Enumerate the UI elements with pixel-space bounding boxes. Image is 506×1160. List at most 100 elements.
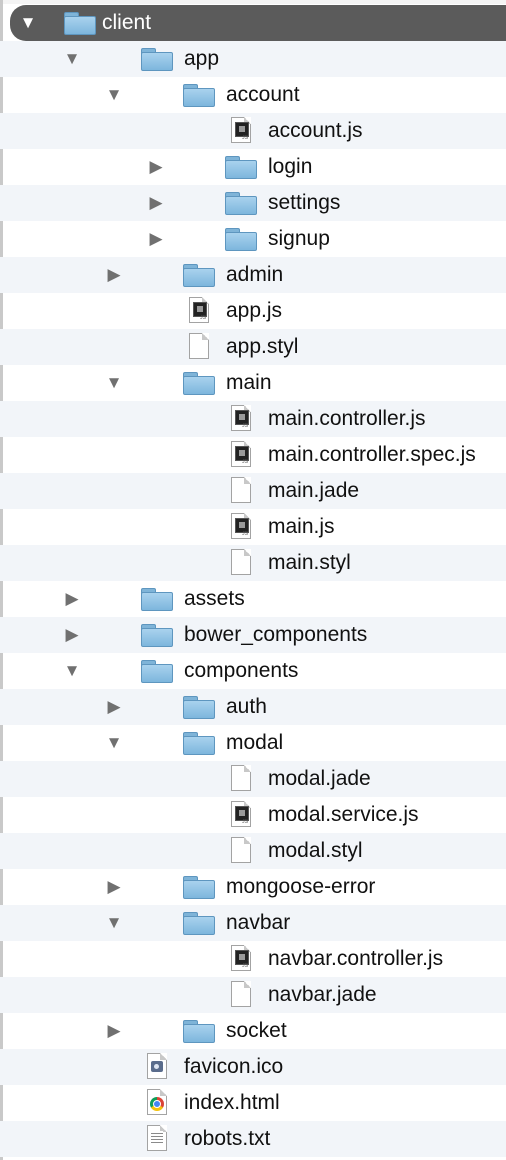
folder-icon — [223, 189, 259, 217]
item-label: mongoose-error — [226, 875, 376, 898]
blank-document-icon — [181, 333, 217, 361]
blank-document-icon — [223, 477, 259, 505]
chrome-html-file-icon — [139, 1089, 175, 1117]
file-row[interactable]: JS main.js — [0, 509, 506, 545]
javascript-file-icon: JS — [181, 297, 217, 325]
blank-document-icon — [223, 981, 259, 1009]
item-label: app.js — [226, 299, 283, 322]
item-label: app.styl — [226, 335, 299, 358]
file-row[interactable]: main.jade — [0, 473, 506, 509]
item-label: client — [102, 11, 152, 34]
file-row[interactable]: JS modal.service.js — [0, 797, 506, 833]
file-row[interactable]: index.html — [0, 1085, 506, 1121]
item-label: components — [184, 659, 299, 682]
item-label: index.html — [184, 1091, 280, 1114]
top-edge — [0, 0, 506, 4]
item-label: main.js — [268, 515, 335, 538]
disclosure-triangle-right-icon[interactable]: ▶ — [104, 257, 124, 293]
folder-icon — [223, 225, 259, 253]
folder-icon — [181, 369, 217, 397]
disclosure-triangle-down-icon[interactable]: ▼ — [62, 41, 82, 77]
disclosure-triangle-right-icon[interactable]: ▶ — [104, 869, 124, 905]
item-label: auth — [226, 695, 267, 718]
disclosure-triangle-right-icon[interactable]: ▶ — [146, 185, 166, 221]
item-label: modal.jade — [268, 767, 371, 790]
file-row[interactable]: navbar.jade — [0, 977, 506, 1013]
blank-document-icon — [223, 549, 259, 577]
folder-row[interactable]: ▼ components — [0, 653, 506, 689]
item-label: admin — [226, 263, 284, 286]
folder-row[interactable]: ▶ mongoose-error — [0, 869, 506, 905]
folder-row[interactable]: ▶ login — [0, 149, 506, 185]
javascript-file-icon: JS — [223, 117, 259, 145]
folder-icon — [181, 729, 217, 757]
folder-icon — [181, 693, 217, 721]
disclosure-triangle-right-icon[interactable]: ▶ — [104, 689, 124, 725]
blank-document-icon — [223, 765, 259, 793]
disclosure-triangle-down-icon[interactable]: ▼ — [62, 653, 82, 689]
folder-icon — [139, 657, 175, 685]
disclosure-triangle-right-icon[interactable]: ▶ — [104, 1013, 124, 1049]
javascript-file-icon: JS — [223, 441, 259, 469]
javascript-file-icon: JS — [223, 513, 259, 541]
item-label: navbar.controller.js — [268, 947, 444, 970]
file-row[interactable]: modal.styl — [0, 833, 506, 869]
file-row[interactable]: JS app.js — [0, 293, 506, 329]
blank-document-icon — [223, 837, 259, 865]
disclosure-triangle-down-icon[interactable]: ▼ — [104, 365, 124, 401]
text-document-icon — [139, 1125, 175, 1153]
file-row[interactable]: JS navbar.controller.js — [0, 941, 506, 977]
disclosure-triangle-down-icon[interactable]: ▼ — [104, 725, 124, 761]
folder-row[interactable]: ▶ settings — [0, 185, 506, 221]
folder-icon — [223, 153, 259, 181]
item-label: main.controller.spec.js — [268, 443, 476, 466]
item-label: modal.styl — [268, 839, 363, 862]
disclosure-triangle-down-icon[interactable]: ▼ — [104, 905, 124, 941]
item-label: signup — [268, 227, 330, 250]
item-label: main.controller.js — [268, 407, 426, 430]
folder-row[interactable]: ▶ admin — [0, 257, 506, 293]
item-label: socket — [226, 1019, 287, 1042]
folder-icon — [62, 9, 98, 37]
item-label: settings — [268, 191, 341, 214]
item-label: app — [184, 47, 220, 70]
disclosure-triangle-down-icon[interactable]: ▼ — [104, 77, 124, 113]
folder-row[interactable]: ▼ client — [10, 5, 506, 41]
folder-row[interactable]: ▶ assets — [0, 581, 506, 617]
item-label: login — [268, 155, 313, 178]
folder-row[interactable]: ▼ account — [0, 77, 506, 113]
item-label: main — [226, 371, 272, 394]
file-row[interactable]: app.styl — [0, 329, 506, 365]
file-tree: ▼ client ▼ app ▼ account JS account.js ▶ login ▶ se… — [0, 5, 506, 1157]
item-label: assets — [184, 587, 245, 610]
disclosure-triangle-right-icon[interactable]: ▶ — [62, 617, 82, 653]
folder-row[interactable]: ▼ app — [0, 41, 506, 77]
item-label: modal — [226, 731, 284, 754]
folder-icon — [181, 873, 217, 901]
folder-icon — [181, 261, 217, 289]
folder-row[interactable]: ▶ auth — [0, 689, 506, 725]
file-row[interactable]: JS account.js — [0, 113, 506, 149]
item-label: main.jade — [268, 479, 360, 502]
folder-row[interactable]: ▶ socket — [0, 1013, 506, 1049]
item-label: robots.txt — [184, 1127, 271, 1150]
file-row[interactable]: JS main.controller.spec.js — [0, 437, 506, 473]
item-label: bower_components — [184, 623, 368, 646]
disclosure-triangle-down-icon[interactable]: ▼ — [18, 5, 38, 41]
file-row[interactable]: JS main.controller.js — [0, 401, 506, 437]
folder-row[interactable]: ▼ modal — [0, 725, 506, 761]
file-row[interactable]: favicon.ico — [0, 1049, 506, 1085]
folder-row[interactable]: ▶ bower_components — [0, 617, 506, 653]
folder-row[interactable]: ▶ signup — [0, 221, 506, 257]
folder-icon — [181, 909, 217, 937]
file-row[interactable]: robots.txt — [0, 1121, 506, 1157]
file-row[interactable]: main.styl — [0, 545, 506, 581]
item-label: account.js — [268, 119, 363, 142]
disclosure-triangle-right-icon[interactable]: ▶ — [146, 221, 166, 257]
folder-row[interactable]: ▼ navbar — [0, 905, 506, 941]
disclosure-triangle-right-icon[interactable]: ▶ — [62, 581, 82, 617]
folder-row[interactable]: ▼ main — [0, 365, 506, 401]
disclosure-triangle-right-icon[interactable]: ▶ — [146, 149, 166, 185]
folder-icon — [181, 81, 217, 109]
file-row[interactable]: modal.jade — [0, 761, 506, 797]
